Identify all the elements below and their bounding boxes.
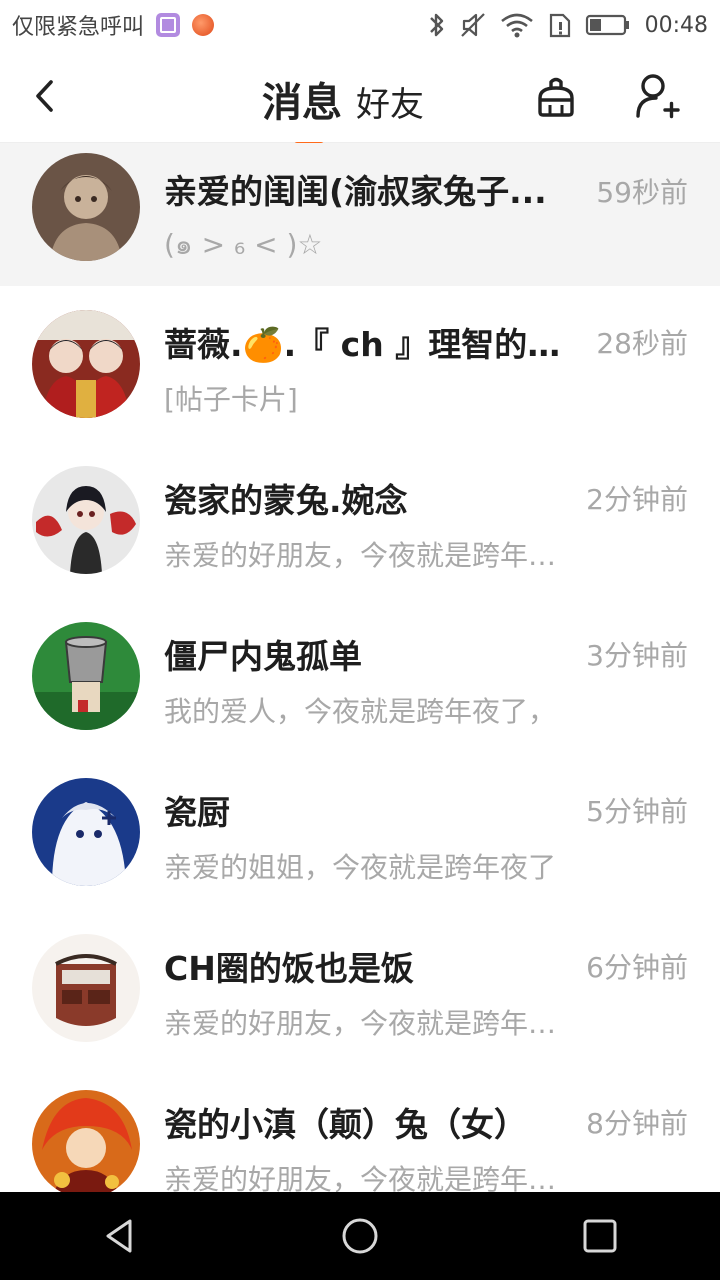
add-user-icon <box>636 74 680 119</box>
back-icon <box>36 80 53 112</box>
nav-recents-button[interactable] <box>570 1206 630 1266</box>
conversation-row[interactable]: 瓷厨 5分钟前 亲爱的姐姐，今夜就是跨年夜了 <box>0 754 720 910</box>
conversation-row[interactable]: 瓷的小滇（颠）兔（女） 8分钟前 亲爱的好朋友，今夜就是跨年夜了 <box>0 1066 720 1192</box>
gallery-app-icon <box>156 13 181 37</box>
bluetooth-icon <box>427 11 447 39</box>
avatar[interactable] <box>32 153 140 261</box>
conversation-row[interactable]: 瓷家的蒙兔.婉念 2分钟前 亲爱的好朋友，今夜就是跨年夜了 <box>0 442 720 598</box>
avatar[interactable] <box>32 622 140 730</box>
status-bar: 仅限紧急呼叫 00:48 <box>0 0 720 50</box>
sim-icon <box>547 11 573 39</box>
nav-back-icon <box>106 1219 132 1253</box>
conversation-name: 瓷家的蒙兔.婉念 <box>164 481 408 520</box>
conversation-preview: 亲爱的好朋友，今夜就是跨年夜了 <box>164 1163 558 1192</box>
system-nav-bar <box>0 1192 720 1280</box>
avatar[interactable] <box>32 778 140 886</box>
tab-bar: 消息 好友 <box>262 68 424 148</box>
nav-back-button[interactable] <box>90 1206 150 1266</box>
conversation-preview: 亲爱的好朋友，今夜就是跨年夜了 <box>164 539 558 572</box>
add-friend-button[interactable] <box>634 72 680 120</box>
conversation-time: 59秒前 <box>596 176 688 209</box>
header: 消息 好友 <box>0 50 720 148</box>
conversation-list[interactable]: 亲爱的闺闺(渝叔家兔子... 59秒前 (๑ > ₆ < )☆ 蔷薇.🍊.『 c… <box>0 143 720 1192</box>
conversation-name: 瓷厨 <box>164 793 230 832</box>
conversation-row[interactable]: CH圈的饭也是饭 6分钟前 亲爱的好朋友，今夜就是跨年夜了 <box>0 910 720 1066</box>
status-left: 仅限紧急呼叫 <box>12 9 215 41</box>
mute-icon <box>459 11 487 39</box>
wifi-icon <box>499 11 535 39</box>
conversation-time: 6分钟前 <box>586 951 688 984</box>
tab-messages-label: 消息 <box>262 80 342 126</box>
nav-home-button[interactable] <box>330 1206 390 1266</box>
conversation-time: 8分钟前 <box>586 1107 688 1140</box>
conversation-preview: 亲爱的姐姐，今夜就是跨年夜了 <box>164 851 557 884</box>
nav-recents-icon <box>583 1219 617 1253</box>
avatar[interactable] <box>32 466 140 574</box>
tab-messages[interactable]: 消息 <box>262 70 342 148</box>
nav-home-icon <box>342 1218 378 1254</box>
carrier-text: 仅限紧急呼叫 <box>12 15 145 40</box>
status-time: 00:48 <box>644 12 708 38</box>
avatar[interactable] <box>32 934 140 1042</box>
conversation-time: 5分钟前 <box>586 795 688 828</box>
tab-friends-label: 好友 <box>356 85 424 125</box>
conversation-preview: [帖子卡片] <box>164 383 298 416</box>
notification-dot-icon <box>192 14 215 36</box>
conversation-time: 28秒前 <box>596 327 688 360</box>
back-button[interactable] <box>26 74 66 118</box>
conversation-preview: 亲爱的好朋友，今夜就是跨年夜了 <box>164 1007 558 1040</box>
avatar[interactable] <box>32 310 140 418</box>
battery-icon <box>585 12 631 38</box>
clear-messages-button[interactable] <box>534 74 578 120</box>
conversation-row[interactable]: 亲爱的闺闺(渝叔家兔子... 59秒前 (๑ > ₆ < )☆ <box>0 143 720 286</box>
tab-friends[interactable]: 好友 <box>356 77 424 128</box>
avatar[interactable] <box>32 1090 140 1192</box>
conversation-name: 蔷薇.🍊.『 ch 』理智的低龄 <box>164 325 574 364</box>
conversation-row[interactable]: 蔷薇.🍊.『 ch 』理智的低龄 28秒前 [帖子卡片] <box>0 286 720 442</box>
conversation-name: CH圈的饭也是饭 <box>164 949 414 988</box>
conversation-time: 3分钟前 <box>586 639 688 672</box>
status-right: 00:48 <box>427 11 708 39</box>
conversation-preview: 我的爱人，今夜就是跨年夜了， <box>164 695 557 728</box>
conversation-name: 瓷的小滇（颠）兔（女） <box>164 1105 527 1144</box>
conversation-name: 僵尸内鬼孤单 <box>164 637 362 676</box>
conversation-row[interactable]: 僵尸内鬼孤单 3分钟前 我的爱人，今夜就是跨年夜了， <box>0 598 720 754</box>
conversation-preview: (๑ > ₆ < )☆ <box>164 228 323 261</box>
conversation-time: 2分钟前 <box>586 483 688 516</box>
broom-icon <box>538 77 574 117</box>
conversation-name: 亲爱的闺闺(渝叔家兔子... <box>164 172 547 211</box>
